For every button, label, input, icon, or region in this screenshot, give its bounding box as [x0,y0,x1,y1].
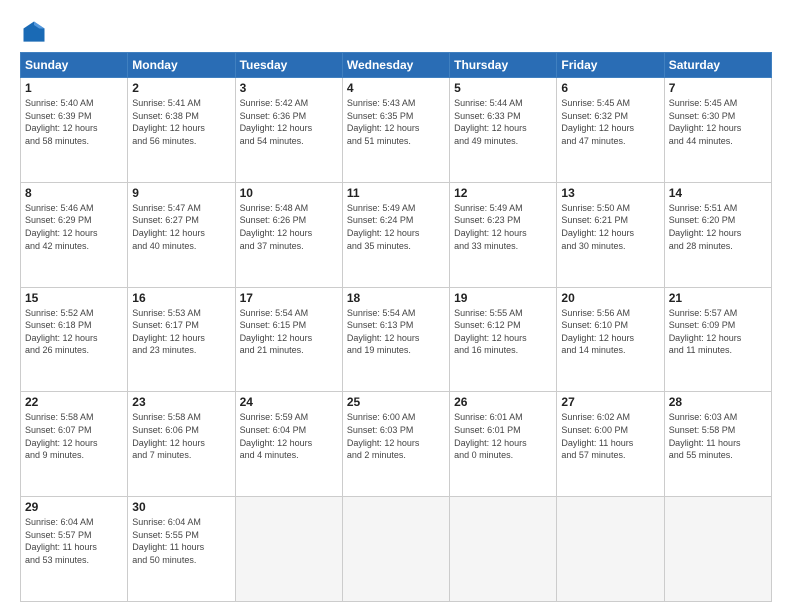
day-29: 29Sunrise: 6:04 AMSunset: 5:57 PMDayligh… [21,497,128,602]
day-header-wednesday: Wednesday [342,53,449,78]
day-10: 10Sunrise: 5:48 AMSunset: 6:26 PMDayligh… [235,182,342,287]
day-20: 20Sunrise: 5:56 AMSunset: 6:10 PMDayligh… [557,287,664,392]
day-12: 12Sunrise: 5:49 AMSunset: 6:23 PMDayligh… [450,182,557,287]
day-21: 21Sunrise: 5:57 AMSunset: 6:09 PMDayligh… [664,287,771,392]
day-header-tuesday: Tuesday [235,53,342,78]
day-11: 11Sunrise: 5:49 AMSunset: 6:24 PMDayligh… [342,182,449,287]
day-16: 16Sunrise: 5:53 AMSunset: 6:17 PMDayligh… [128,287,235,392]
day-22: 22Sunrise: 5:58 AMSunset: 6:07 PMDayligh… [21,392,128,497]
calendar-header-row: SundayMondayTuesdayWednesdayThursdayFrid… [21,53,772,78]
day-18: 18Sunrise: 5:54 AMSunset: 6:13 PMDayligh… [342,287,449,392]
day-24: 24Sunrise: 5:59 AMSunset: 6:04 PMDayligh… [235,392,342,497]
day-26: 26Sunrise: 6:01 AMSunset: 6:01 PMDayligh… [450,392,557,497]
day-1: 1Sunrise: 5:40 AMSunset: 6:39 PMDaylight… [21,78,128,183]
day-17: 17Sunrise: 5:54 AMSunset: 6:15 PMDayligh… [235,287,342,392]
day-header-monday: Monday [128,53,235,78]
header [20,18,772,46]
day-25: 25Sunrise: 6:00 AMSunset: 6:03 PMDayligh… [342,392,449,497]
day-4: 4Sunrise: 5:43 AMSunset: 6:35 PMDaylight… [342,78,449,183]
day-28: 28Sunrise: 6:03 AMSunset: 5:58 PMDayligh… [664,392,771,497]
empty-cell [450,497,557,602]
day-7: 7Sunrise: 5:45 AMSunset: 6:30 PMDaylight… [664,78,771,183]
day-2: 2Sunrise: 5:41 AMSunset: 6:38 PMDaylight… [128,78,235,183]
day-8: 8Sunrise: 5:46 AMSunset: 6:29 PMDaylight… [21,182,128,287]
logo-icon [20,18,48,46]
day-header-friday: Friday [557,53,664,78]
day-6: 6Sunrise: 5:45 AMSunset: 6:32 PMDaylight… [557,78,664,183]
day-header-thursday: Thursday [450,53,557,78]
page: SundayMondayTuesdayWednesdayThursdayFrid… [0,0,792,612]
day-27: 27Sunrise: 6:02 AMSunset: 6:00 PMDayligh… [557,392,664,497]
day-23: 23Sunrise: 5:58 AMSunset: 6:06 PMDayligh… [128,392,235,497]
day-9: 9Sunrise: 5:47 AMSunset: 6:27 PMDaylight… [128,182,235,287]
calendar-table: SundayMondayTuesdayWednesdayThursdayFrid… [20,52,772,602]
day-header-saturday: Saturday [664,53,771,78]
logo [20,18,52,46]
empty-cell [664,497,771,602]
day-19: 19Sunrise: 5:55 AMSunset: 6:12 PMDayligh… [450,287,557,392]
empty-cell [235,497,342,602]
day-30: 30Sunrise: 6:04 AMSunset: 5:55 PMDayligh… [128,497,235,602]
day-14: 14Sunrise: 5:51 AMSunset: 6:20 PMDayligh… [664,182,771,287]
day-header-sunday: Sunday [21,53,128,78]
day-13: 13Sunrise: 5:50 AMSunset: 6:21 PMDayligh… [557,182,664,287]
empty-cell [557,497,664,602]
day-3: 3Sunrise: 5:42 AMSunset: 6:36 PMDaylight… [235,78,342,183]
day-5: 5Sunrise: 5:44 AMSunset: 6:33 PMDaylight… [450,78,557,183]
empty-cell [342,497,449,602]
day-15: 15Sunrise: 5:52 AMSunset: 6:18 PMDayligh… [21,287,128,392]
